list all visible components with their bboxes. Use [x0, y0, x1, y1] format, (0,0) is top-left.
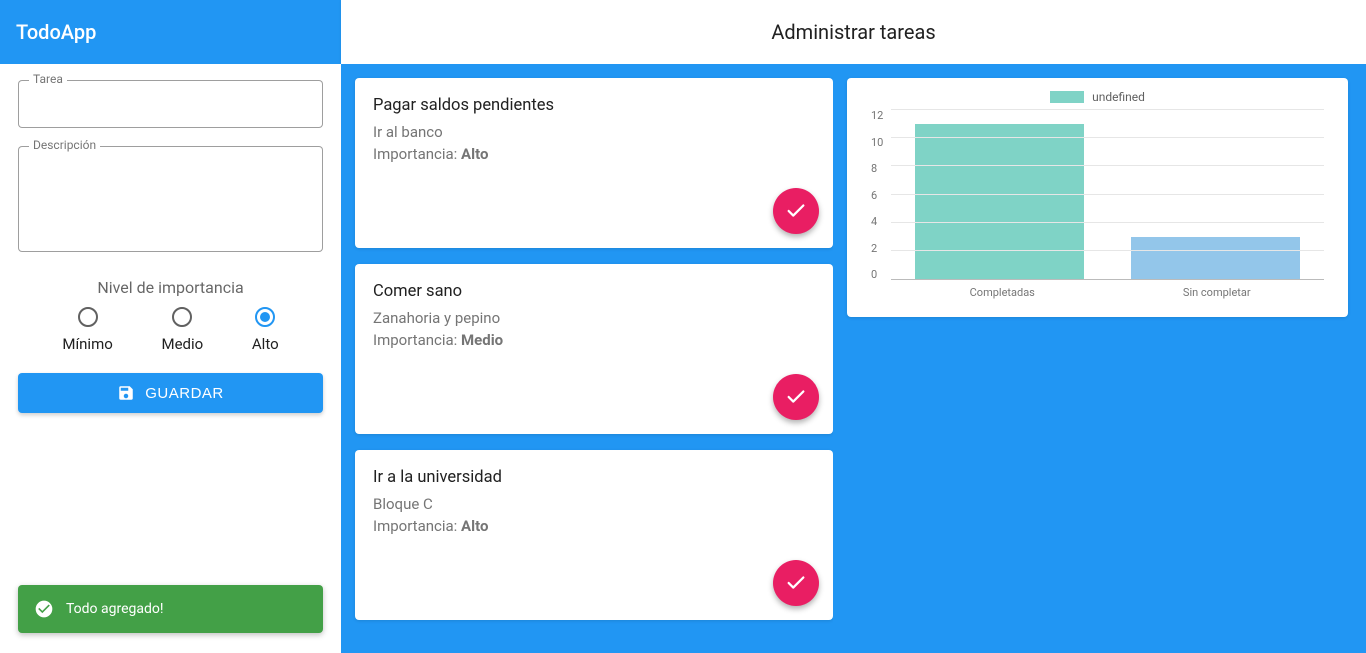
task-importance: Importancia: Alto: [373, 517, 815, 535]
task-subtitle: Zanahoria y pepino: [373, 309, 815, 327]
task-importance: Importancia: Medio: [373, 331, 815, 349]
page-title: Administrar tareas: [341, 0, 1366, 64]
radio-med[interactable]: Medio: [161, 307, 203, 353]
radio-label: Mínimo: [62, 335, 112, 353]
task-importance: Importancia: Alto: [373, 145, 815, 163]
task-field: Tarea: [18, 80, 323, 128]
chart-plot-area: [891, 110, 1324, 280]
app-title: TodoApp: [0, 0, 341, 64]
chart-y-axis: 0 2 4 6 8 10 12: [871, 110, 891, 280]
bar: [1131, 237, 1300, 279]
chart-x-axis: CompletadasSin completar: [895, 286, 1324, 299]
save-button-label: GUARDAR: [145, 385, 224, 402]
x-tick: Sin completar: [1110, 286, 1325, 299]
y-tick: 0: [871, 269, 883, 280]
check-circle-icon: [34, 599, 54, 619]
task-list[interactable]: Pagar saldos pendientes Ir al banco Import…: [341, 64, 833, 653]
legend-label: undefined: [1092, 90, 1145, 104]
complete-task-button[interactable]: [773, 560, 819, 606]
task-label: Tarea: [29, 72, 67, 86]
complete-task-button[interactable]: [773, 188, 819, 234]
check-icon: [785, 572, 807, 594]
sidebar-form: Tarea Descripción Nivel de importancia M…: [0, 64, 341, 653]
radio-alto[interactable]: Alto: [252, 307, 279, 353]
snackbar-message: Todo agregado!: [66, 601, 164, 617]
chart-legend: undefined: [871, 90, 1324, 104]
chart-card: undefined 0 2 4 6 8 10 12 CompletadasSin compl…: [847, 78, 1348, 317]
task-card: Ir a la universidad Bloque C Importancia: …: [355, 450, 833, 620]
check-icon: [785, 200, 807, 222]
bar: [915, 124, 1084, 279]
save-icon: [117, 384, 135, 402]
legend-swatch-icon: [1050, 91, 1084, 103]
description-label: Descripción: [29, 138, 100, 152]
task-input[interactable]: [19, 81, 322, 127]
radio-label: Medio: [161, 335, 203, 353]
y-tick: 6: [871, 190, 883, 201]
snackbar: Todo agregado!: [18, 585, 323, 633]
check-icon: [785, 386, 807, 408]
y-tick: 2: [871, 243, 883, 254]
task-title: Pagar saldos pendientes: [373, 96, 815, 115]
x-tick: Completadas: [895, 286, 1110, 299]
radio-icon: [172, 307, 192, 327]
task-title: Ir a la universidad: [373, 468, 815, 487]
radio-min[interactable]: Mínimo: [62, 307, 112, 353]
task-subtitle: Bloque C: [373, 495, 815, 513]
bar-slot: [891, 110, 1107, 279]
bar-slot: [1108, 110, 1324, 279]
complete-task-button[interactable]: [773, 374, 819, 420]
importance-title: Nivel de importancia: [18, 278, 323, 297]
y-tick: 10: [871, 137, 883, 148]
task-card: Pagar saldos pendientes Ir al banco Import…: [355, 78, 833, 248]
task-subtitle: Ir al banco: [373, 123, 815, 141]
description-field: Descripción: [18, 146, 323, 252]
radio-icon: [78, 307, 98, 327]
radio-icon: [255, 307, 275, 327]
description-input[interactable]: [19, 147, 322, 247]
y-tick: 12: [871, 110, 883, 121]
task-title: Comer sano: [373, 282, 815, 301]
y-tick: 4: [871, 216, 883, 227]
radio-label: Alto: [252, 335, 279, 353]
y-tick: 8: [871, 163, 883, 174]
task-card: Comer sano Zanahoria y pepino Importancia:…: [355, 264, 833, 434]
save-button[interactable]: GUARDAR: [18, 373, 323, 413]
